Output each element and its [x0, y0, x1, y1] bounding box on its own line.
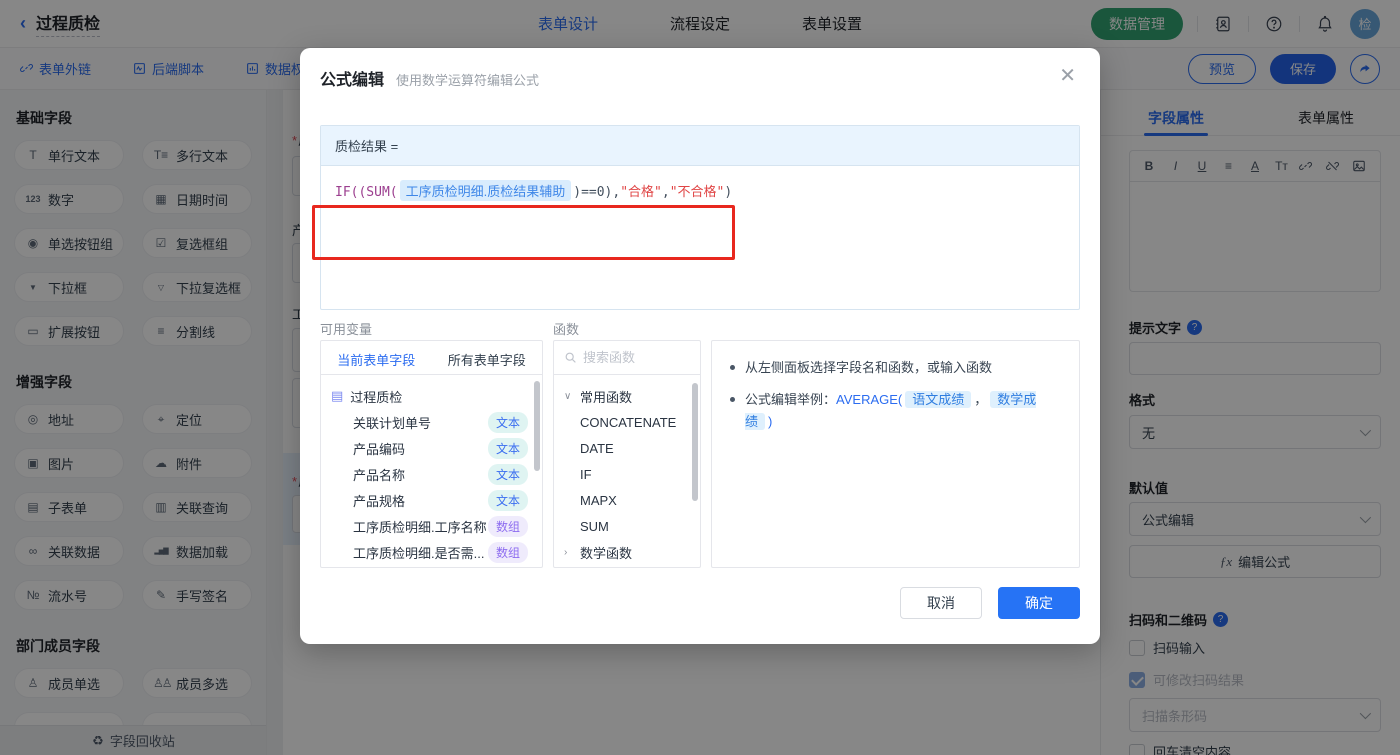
function-item[interactable]: IF	[564, 461, 696, 487]
variable-name: 关联计划单号	[353, 415, 432, 431]
variable-item[interactable]: 产品编码 文本	[331, 435, 536, 461]
variables-scrollbar-thumb[interactable]	[534, 381, 540, 471]
function-group-name: 常用函数	[580, 389, 633, 405]
function-item[interactable]: MAPX	[564, 487, 696, 513]
formula-body[interactable]: IF((SUM(工序质检明细.质检结果辅助)==0),"合格","不合格")	[321, 166, 1079, 215]
function-item[interactable]: CONCATENATE	[564, 409, 696, 435]
variable-item[interactable]: 产品名称 文本	[331, 461, 536, 487]
formula-token-operator: )	[724, 185, 733, 200]
type-badge: 文本	[487, 437, 528, 459]
bullet-icon	[730, 365, 735, 370]
variables-panel: 当前表单字段 所有表单字段 ▤ 过程质检 关联计划单号 文本 产品编码 文本 产品名…	[320, 340, 543, 568]
function-search-input[interactable]	[583, 350, 673, 365]
function-group-common[interactable]: ∨ 常用函数	[564, 383, 696, 409]
help-text: 公式编辑举例：AVERAGE(语文成绩，数学成绩)	[745, 389, 1061, 433]
bullet-icon	[730, 397, 735, 403]
help-line-1: 从左侧面板选择字段名和函数，或输入函数	[730, 357, 1061, 379]
variable-name: 产品规格	[353, 493, 406, 509]
function-group-math[interactable]: › 数学函数	[564, 539, 696, 565]
help-example-function: AVERAGE(	[836, 392, 903, 408]
type-badge: 文本	[487, 463, 528, 485]
type-badge: 文本	[487, 411, 528, 433]
variables-label: 可用变量	[320, 322, 373, 337]
functions-panel: ∨ 常用函数 CONCATENATE DATE IF MAPX SUM › 数学…	[553, 340, 701, 568]
modal-footer: 取消 确定	[900, 587, 1080, 619]
confirm-button[interactable]: 确定	[998, 587, 1080, 619]
functions-tree: ∨ 常用函数 CONCATENATE DATE IF MAPX SUM › 数学…	[554, 375, 700, 567]
form-doc-icon: ▤	[331, 388, 344, 403]
formula-token-operator: )==0),	[573, 185, 621, 200]
help-example-comma: ，	[974, 392, 988, 408]
help-example-end: )	[768, 414, 773, 430]
chevron-collapsed-icon: ›	[564, 546, 568, 558]
variable-name: 产品名称	[353, 467, 406, 483]
tab-all-form-fields[interactable]: 所有表单字段	[432, 341, 543, 374]
modal-title: 公式编辑	[320, 72, 385, 89]
function-item[interactable]: SUM	[564, 513, 696, 539]
formula-field-chip[interactable]: 工序质检明细.质检结果辅助	[399, 180, 572, 201]
app: ‹ 过程质检 表单设计 流程设定 表单设置 数据管理 检 表单外链 后端脚本 数…	[0, 0, 1400, 755]
variable-item[interactable]: 工序质检明细.是否需... 数组	[331, 539, 536, 565]
help-panel: 从左侧面板选择字段名和函数，或输入函数 公式编辑举例：AVERAGE(语文成绩，…	[711, 340, 1080, 568]
help-example-chip: 语文成绩	[905, 391, 972, 409]
type-badge: 数组	[487, 515, 528, 537]
modal-header: 公式编辑 使用数学运算符编辑公式	[320, 66, 539, 90]
variable-item[interactable]: 工序质检明细.工序名称 数组	[331, 513, 536, 539]
type-badge: 文本	[487, 489, 528, 511]
function-group-name: 数学函数	[580, 545, 633, 561]
formula-target: 质检结果 =	[321, 126, 1079, 166]
variable-item[interactable]: 产品规格 文本	[331, 487, 536, 513]
formula-editor-modal: 公式编辑 使用数学运算符编辑公式 ✕ 质检结果 = IF((SUM(工序质检明细…	[300, 48, 1100, 644]
close-icon[interactable]: ✕	[1059, 66, 1076, 86]
help-text: 从左侧面板选择字段名和函数，或输入函数	[745, 360, 993, 375]
help-line-2: 公式编辑举例：AVERAGE(语文成绩，数学成绩)	[730, 389, 1061, 433]
search-icon	[565, 352, 576, 363]
tab-current-form-fields[interactable]: 当前表单字段	[321, 341, 432, 374]
variable-name: 工序质检明细.是否需...	[353, 545, 485, 561]
variables-form-name: 过程质检	[350, 389, 403, 405]
functions-label: 函数	[553, 322, 580, 337]
chevron-expanded-icon: ∨	[564, 390, 572, 402]
formula-token-string: "不合格"	[669, 185, 725, 200]
modal-subtitle: 使用数学运算符编辑公式	[396, 73, 540, 88]
function-item[interactable]: DATE	[564, 435, 696, 461]
type-badge: 数组	[487, 541, 528, 563]
variables-form-node[interactable]: ▤ 过程质检	[331, 383, 536, 409]
function-search	[554, 341, 700, 375]
variables-tree: ▤ 过程质检 关联计划单号 文本 产品编码 文本 产品名称 文本 产品规格 文本 工序质…	[321, 375, 542, 565]
formula-token-operator: ,	[661, 185, 670, 200]
cancel-button[interactable]: 取消	[900, 587, 982, 619]
formula-editor[interactable]: 质检结果 = IF((SUM(工序质检明细.质检结果辅助)==0),"合格","…	[320, 125, 1080, 310]
formula-token-function: IF((SUM(	[335, 185, 398, 200]
functions-scrollbar-thumb[interactable]	[692, 383, 698, 501]
formula-token-string: "合格"	[620, 185, 662, 200]
variable-name: 工序质检明细.工序名称	[353, 519, 487, 535]
help-example-prefix: 公式编辑举例：	[745, 392, 837, 408]
variables-tabs: 当前表单字段 所有表单字段	[321, 341, 542, 375]
variable-name: 产品编码	[353, 441, 406, 457]
variable-item[interactable]: 关联计划单号 文本	[331, 409, 536, 435]
function-group-text[interactable]: › 文本函数	[564, 565, 696, 567]
